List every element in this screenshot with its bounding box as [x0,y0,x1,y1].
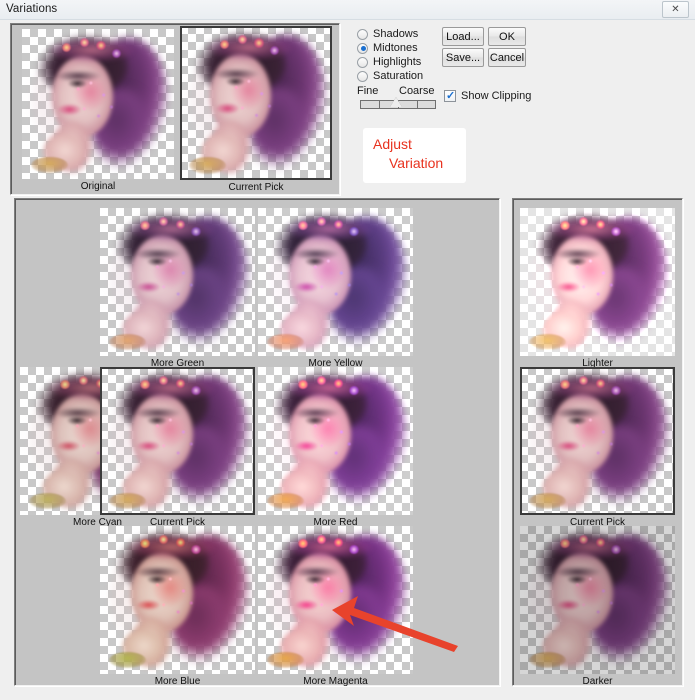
slider-min-label: Fine [357,85,379,97]
save-button[interactable]: Save... [442,48,484,67]
thumbnail-image[interactable] [258,208,413,356]
radio-indicator[interactable] [357,42,368,54]
thumbnail-image[interactable] [520,208,675,356]
radio-indicator[interactable] [357,28,368,40]
annotation-box: Adjust Variation [363,128,466,183]
bright-thumb-current-pick-1[interactable]: Current Pick [520,367,675,528]
coarseness-slider-thumb[interactable] [390,97,402,107]
radio-label: Shadows [373,28,419,40]
grid-thumb-more-blue-5[interactable]: More Blue [100,526,255,687]
thumbnail-image[interactable] [258,526,413,674]
window-title: Variations [6,3,58,15]
thumbnail-image[interactable] [258,367,413,515]
variations-dialog: Variations ✕ Original Current Pick Shadow… [0,0,695,700]
thumbnail-image[interactable] [520,526,675,674]
grid-thumb-current-pick-3[interactable]: Current Pick [100,367,255,528]
radio-midtones[interactable]: Midtones [357,42,418,54]
load-button[interactable]: Load... [442,27,484,46]
radio-label: Midtones [373,42,418,54]
thumbnail-label: Current Pick [228,182,284,193]
thumbnail-image[interactable] [100,526,255,674]
ok-button[interactable]: OK [488,27,526,46]
show-clipping-label: Show Clipping [461,90,532,102]
slider-max-label: Coarse [399,85,435,97]
title-bar: Variations ✕ [0,0,695,20]
thumbnail-label: More Magenta [303,676,368,687]
radio-label: Saturation [373,70,424,82]
thumbnail-label: Original [80,181,116,192]
thumbnail-image[interactable] [520,367,675,515]
thumbnail-image[interactable] [100,208,255,356]
radio-label: Highlights [373,56,422,68]
grid-thumb-more-red-4[interactable]: More Red [258,367,413,528]
cancel-button[interactable]: Cancel [488,48,526,67]
thumbnail-image[interactable] [180,26,332,180]
grid-thumb-more-green-0[interactable]: More Green [100,208,255,369]
radio-indicator[interactable] [357,56,368,68]
grid-thumb-more-yellow-1[interactable]: More Yellow [258,208,413,369]
thumbnail-label: More Blue [154,676,201,687]
thumbnail-image[interactable] [22,29,174,179]
radio-shadows[interactable]: Shadows [357,28,418,40]
thumbnail-label: Darker [582,676,613,687]
thumbnail-image[interactable] [100,367,255,515]
show-clipping-checkbox[interactable]: Show Clipping [444,89,532,102]
radio-indicator[interactable] [357,70,368,82]
close-icon[interactable]: ✕ [662,1,689,18]
checkbox-box[interactable] [444,89,456,102]
bright-thumb-lighter-0[interactable]: Lighter [520,208,675,369]
radio-highlights[interactable]: Highlights [357,56,421,68]
annotation-line-2: Variation [389,155,444,171]
preview-thumb-current-pick[interactable]: Current Pick [180,26,332,193]
radio-saturation[interactable]: Saturation [357,70,423,82]
bright-thumb-darker-2[interactable]: Darker [520,526,675,687]
grid-thumb-more-magenta-6[interactable]: More Magenta [258,526,413,687]
preview-thumb-original[interactable]: Original [22,29,174,192]
annotation-line-1: Adjust [373,136,412,152]
